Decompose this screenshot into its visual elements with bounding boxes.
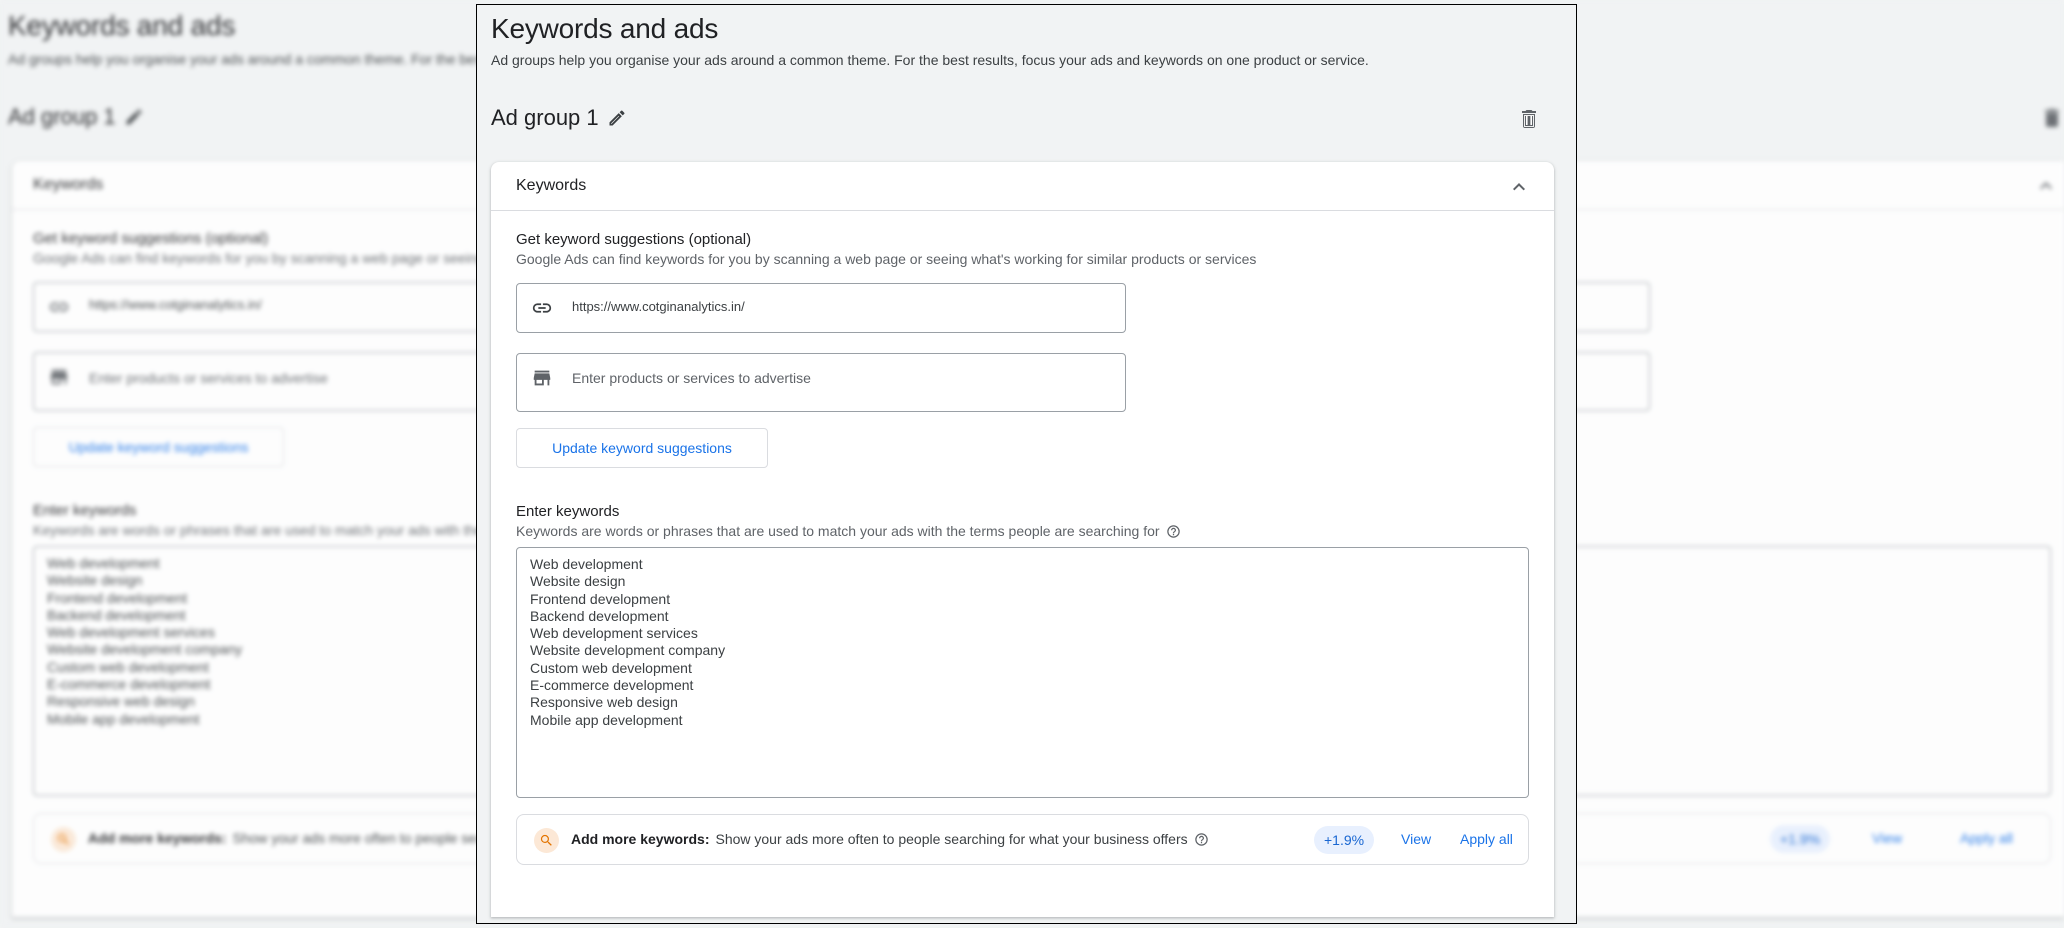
keywords-card: Keywords Get keyword suggestions (option… [491,162,1554,917]
url-field[interactable] [516,283,1126,333]
background-card-title: Keywords [33,176,104,193]
view-link[interactable]: View [1401,831,1431,847]
keyword-line: Custom web development [530,659,692,676]
keyword-line: Backend development [530,607,669,624]
ad-group-title: Ad group 1 [491,105,627,131]
background-enter-keywords-title: Enter keywords [33,502,137,519]
pencil-icon [124,107,144,127]
trash-icon[interactable] [1517,107,1541,131]
background-suggestions-title: Get keyword suggestions (optional) [33,230,269,247]
page-intro: Ad groups help you organise your ads aro… [491,52,1369,68]
enter-keywords-description: Keywords are words or phrases that are u… [516,523,1181,539]
keywords-card-header[interactable]: Keywords [491,162,1554,211]
products-field[interactable] [516,353,1126,412]
suggestions-description: Google Ads can find keywords for you by … [516,251,1257,267]
search-icon [534,828,559,853]
uplift-badge: +1.9% [1314,826,1375,854]
add-more-description: Show your ads more often to people searc… [715,831,1188,847]
keywords-textarea[interactable]: Web development Website design Frontend de… [516,547,1529,798]
link-icon [48,296,70,318]
products-input[interactable] [572,370,1113,386]
chevron-up-icon[interactable] [1507,175,1531,199]
help-circle-icon[interactable] [1194,832,1209,847]
update-keyword-suggestions-button[interactable]: Update keyword suggestions [516,428,768,468]
background-ad-group-title: Ad group 1 [8,104,144,130]
keyword-line: Frontend development [530,590,671,607]
background-page-title: Keywords and ads [8,10,236,41]
enter-keywords-description-text: Keywords are words or phrases that are u… [516,523,1160,539]
add-more-text: Add more keywords: Show your ads more of… [571,831,1209,847]
keywords-card-title: Keywords [516,177,587,194]
background-apply-all-link: Apply all [1960,830,2013,846]
keyword-line: Website design [530,573,626,590]
background-ad-group-name: Ad group 1 [8,104,116,129]
pencil-icon[interactable] [607,108,627,128]
keyword-line: Web development services [530,625,698,642]
search-icon [51,827,76,852]
storefront-icon [531,367,553,389]
url-input[interactable] [572,299,1113,314]
ad-group-name: Ad group 1 [491,105,599,130]
keyword-line: Responsive web design [530,694,678,711]
trash-icon [2040,106,2064,130]
enter-keywords-title: Enter keywords [516,503,620,520]
keyword-line: Web development [530,556,643,572]
help-circle-icon[interactable] [1166,524,1181,539]
storefront-icon [48,366,70,388]
keyword-line: Website development company [530,642,726,659]
chevron-up-icon [2034,174,2058,198]
keywords-and-ads-panel: Keywords and ads Ad groups help you orga… [476,4,1577,924]
add-more-label: Add more keywords: [571,831,710,847]
apply-all-link[interactable]: Apply all [1460,831,1513,847]
link-icon [531,297,553,319]
background-uplift-badge: +1.9% [1770,825,1831,853]
keyword-line: Mobile app development [530,711,683,728]
page-title: Keywords and ads [491,13,719,44]
keyword-line: E-commerce development [530,677,694,694]
background-add-more-label: Add more keywords: [88,830,227,846]
suggestions-title: Get keyword suggestions (optional) [516,231,752,248]
background-view-link: View [1872,830,1903,846]
add-more-keywords-bar: Add more keywords: Show your ads more of… [516,814,1529,865]
background-update-suggestions-button: Update keyword suggestions [33,427,284,467]
